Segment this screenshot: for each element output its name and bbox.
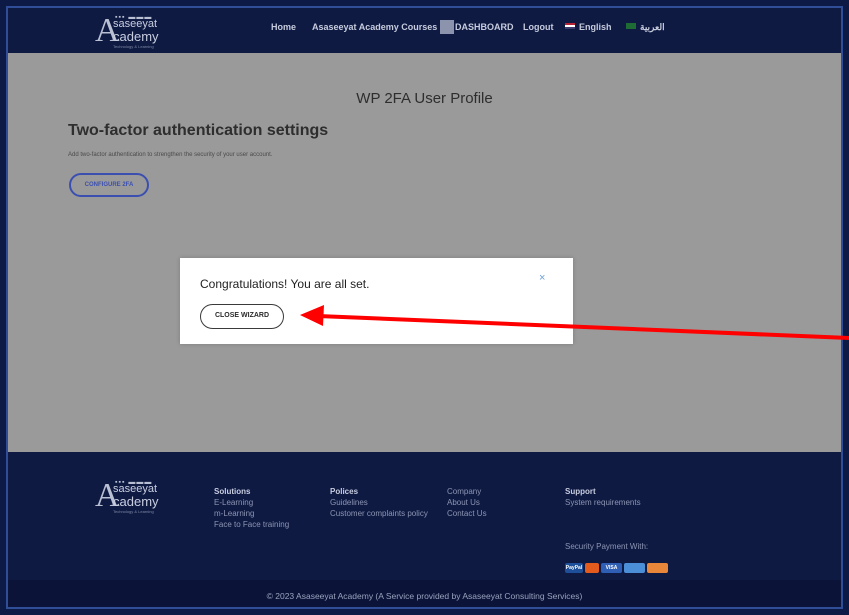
footer-link[interactable]: System requirements	[565, 497, 641, 508]
footer-logo-line2: cademy	[113, 494, 159, 509]
footer-heading-company: Company	[447, 487, 482, 496]
discover-icon	[647, 563, 668, 573]
footer-link[interactable]: Guidelines	[330, 497, 428, 508]
nav-home[interactable]: Home	[271, 22, 296, 32]
nav-courses[interactable]: Asaseeyat Academy Courses	[312, 22, 437, 32]
wizard-modal: Congratulations! You are all set. × CLOS…	[180, 258, 573, 344]
sa-flag-icon	[626, 23, 636, 29]
logo-tagline: Technology & Learning	[113, 44, 154, 49]
footer-col-company: Company About Us Contact Us	[447, 486, 487, 519]
close-icon[interactable]: ×	[539, 272, 545, 284]
footer-col-support: Support System requirements	[565, 486, 641, 508]
footer-col-polices: Polices Guidelines Customer complaints p…	[330, 486, 428, 519]
footer-link[interactable]: m-Learning	[214, 508, 289, 519]
footer-col-solutions: Solutions E-Learning m-Learning Face to …	[214, 486, 289, 530]
footer-link[interactable]: About Us	[447, 497, 487, 508]
footer-logo[interactable]: A ▪▪▪ ▬▬▬ saseeyat cademy Technology & L…	[93, 477, 183, 515]
nav-english-label: English	[579, 22, 612, 32]
site-footer: A ▪▪▪ ▬▬▬ saseeyat cademy Technology & L…	[8, 452, 841, 580]
copyright-text: © 2023 Asaseeyat Academy (A Service prov…	[266, 591, 583, 601]
footer-heading-support: Support	[565, 487, 596, 496]
main-nav: Home Asaseeyat Academy Courses DASHBOARD…	[8, 20, 841, 40]
paypal-icon: PayPal	[565, 563, 583, 573]
dashboard-icon	[440, 20, 454, 34]
footer-heading-polices: Polices	[330, 487, 359, 496]
footer-link[interactable]: Customer complaints policy	[330, 508, 428, 519]
visa-icon: VISA	[601, 563, 622, 573]
footer-link[interactable]: E-Learning	[214, 497, 289, 508]
page-title: WP 2FA User Profile	[356, 90, 493, 107]
modal-title: Congratulations! You are all set.	[200, 277, 370, 291]
nav-arabic[interactable]: العربية	[626, 22, 665, 33]
nav-logout[interactable]: Logout	[523, 22, 554, 32]
nav-arabic-label: العربية	[640, 22, 665, 32]
nav-english[interactable]: English	[565, 22, 612, 32]
footer-logo-tagline: Technology & Learning	[113, 509, 154, 514]
us-flag-icon	[565, 23, 575, 29]
section-description: Add two-factor authentication to strengt…	[68, 152, 273, 158]
mastercard-icon	[585, 563, 599, 573]
footer-bottom-bar: © 2023 Asaseeyat Academy (A Service prov…	[8, 580, 841, 607]
main-content: WP 2FA User Profile Two-factor authentic…	[8, 53, 841, 452]
close-wizard-button[interactable]: CLOSE WIZARD	[200, 304, 284, 329]
nav-dashboard[interactable]: DASHBOARD	[455, 22, 514, 32]
footer-heading-solutions: Solutions	[214, 487, 251, 496]
amex-icon	[624, 563, 645, 573]
footer-link[interactable]: Contact Us	[447, 508, 487, 519]
configure-2fa-button[interactable]: CONFIGURE 2FA	[69, 173, 149, 197]
section-title: Two-factor authentication settings	[68, 122, 329, 139]
footer-link[interactable]: Face to Face training	[214, 519, 289, 530]
payment-label: Security Payment With:	[565, 542, 649, 551]
site-header: A ▪▪▪ ▬▬▬ saseeyat cademy Technology & L…	[8, 8, 841, 53]
